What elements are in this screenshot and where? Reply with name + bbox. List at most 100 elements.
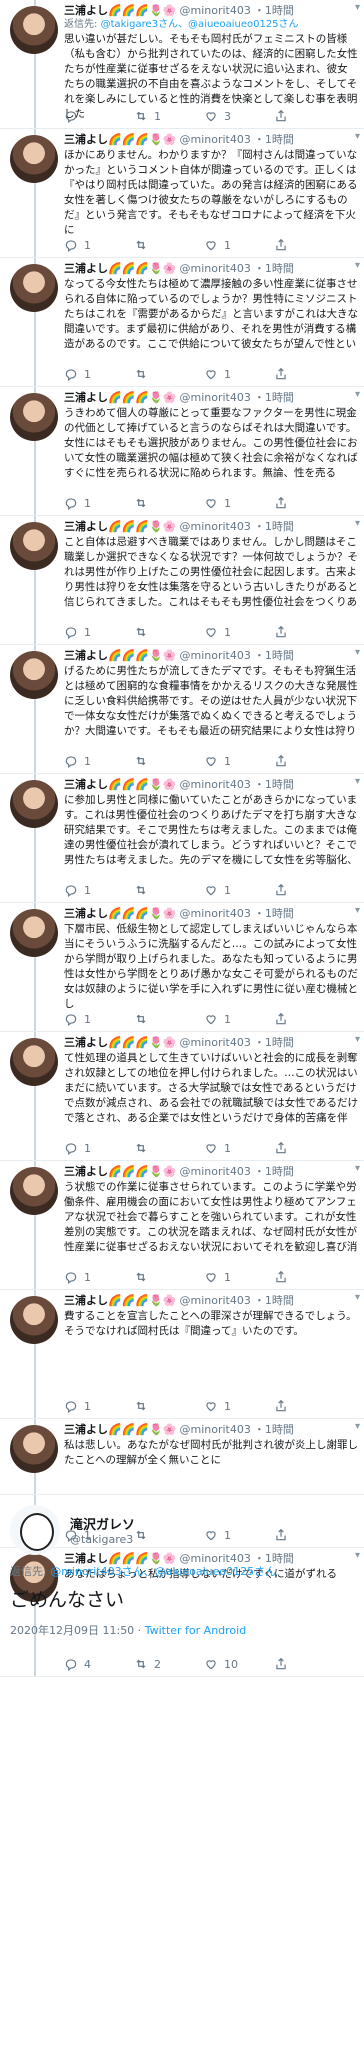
retweet-button[interactable] [134,1012,194,1026]
tweet-item[interactable]: 三浦よし🌈🌈🌈🌷🌸 @minorit403 ・1時間 げるために男性たちが流してきたデ… [0,645,364,774]
user-name[interactable]: 三浦よし🌈🌈🌈🌷🌸 [64,520,176,534]
user-handle[interactable]: @minorit403 [179,262,250,276]
like-button[interactable]: 3 [204,109,264,123]
chevron-down-icon[interactable]: ▾ [355,1292,360,1303]
user-avatar[interactable] [10,522,58,570]
share-button[interactable] [274,1270,334,1284]
like-button[interactable]: 1 [204,625,264,639]
user-handle[interactable]: @minorit403 [179,391,250,405]
like-button[interactable]: 1 [204,367,264,381]
user-avatar[interactable] [10,651,58,699]
share-button[interactable] [274,109,334,123]
chevron-down-icon[interactable]: ▾ [355,905,360,916]
chevron-down-icon[interactable]: ▾ [355,1421,360,1432]
user-name[interactable]: 三浦よし🌈🌈🌈🌷🌸 [64,1423,176,1437]
user-avatar[interactable] [10,1425,58,1473]
user-handle[interactable]: @minorit403 [179,1294,250,1308]
user-handle[interactable]: @minorit403 [179,778,250,792]
tweet-time[interactable]: ・1時間 [254,262,294,276]
reply-button[interactable] [64,109,124,123]
user-name[interactable]: 三浦よし🌈🌈🌈🌷🌸 [64,1294,176,1308]
user-name[interactable]: 三浦よし🌈🌈🌈🌷🌸 [64,262,176,276]
user-handle[interactable]: @minorit403 [179,133,250,147]
tweet-time[interactable]: ・1時間 [254,133,294,147]
user-name[interactable]: 三浦よし🌈🌈🌈🌷🌸 [64,778,176,792]
tweet-time[interactable]: ・1時間 [254,907,294,921]
share-button[interactable] [274,1012,334,1026]
reply-button[interactable]: 1 [64,625,124,639]
tweet-item[interactable]: 三浦よし🌈🌈🌈🌷🌸 @minorit403 ・1時間 うきわめて個人の尊厳にとって重要… [0,387,364,516]
like-button[interactable]: 1 [204,1012,264,1026]
tweet-time[interactable]: ・1時間 [254,778,294,792]
tweet-item[interactable]: 三浦よし🌈🌈🌈🌷🌸 @minorit403 ・1時間 こと自体は忌避すべき職業ではあり… [0,516,364,645]
user-name[interactable]: 三浦よし🌈🌈🌈🌷🌸 [64,1036,176,1050]
user-avatar[interactable] [10,6,58,54]
retweet-button[interactable] [134,496,194,510]
user-handle[interactable]: @minorit403 [179,4,250,18]
chevron-down-icon[interactable]: ▾ [355,389,360,400]
share-button[interactable] [274,1141,334,1155]
user-avatar[interactable] [10,909,58,957]
reply-button[interactable]: 1 [64,1012,124,1026]
retweet-button[interactable] [134,883,194,897]
retweet-button[interactable] [134,1141,194,1155]
reply-button[interactable]: 1 [64,1270,124,1284]
tweet-time[interactable]: ・1時間 [254,391,294,405]
retweet-button[interactable] [134,238,194,252]
reply-button[interactable]: 1 [64,496,124,510]
retweet-button[interactable] [134,1270,194,1284]
tweet-item[interactable]: 三浦よし🌈🌈🌈🌷🌸 @minorit403 ・1時間 費することを宣言したことへの罪深… [0,1290,364,1419]
share-button[interactable] [274,883,334,897]
user-handle[interactable]: @takigare3 [70,1533,135,1546]
share-button[interactable] [274,754,334,768]
share-button[interactable] [274,625,334,639]
user-avatar[interactable] [10,780,58,828]
user-avatar[interactable] [10,1505,60,1555]
tweet-time[interactable]: ・1時間 [254,1294,294,1308]
tweet-item[interactable]: 三浦よし🌈🌈🌈🌷🌸 @minorit403 ・1時間 て性処理の道具として生きていけば… [0,1032,364,1161]
chevron-down-icon[interactable]: ▾ [355,518,360,529]
user-handle[interactable]: @minorit403 [179,907,250,921]
reply-button[interactable]: 1 [64,754,124,768]
tweet-time[interactable]: ・1時間 [254,520,294,534]
tweet-item[interactable]: 三浦よし🌈🌈🌈🌷🌸 @minorit403 ・1時間 下層市民、低級生物として認定して… [0,903,364,1032]
tweet-item[interactable]: 三浦よし🌈🌈🌈🌷🌸 @minorit403 ・1時間 に参加し男性と同様に働いていたこ… [0,774,364,903]
reply-button[interactable]: 1 [64,883,124,897]
tweet-item[interactable]: 三浦よし🌈🌈🌈🌷🌸 @minorit403 ・1時間 ほかにありません。わかりますか？… [0,129,364,258]
chevron-down-icon[interactable]: ▾ [355,131,360,142]
user-handle[interactable]: @minorit403 [179,1423,250,1437]
reply-button[interactable]: 1 [64,1141,124,1155]
tweet-time[interactable]: ・1時間 [254,4,294,18]
user-name[interactable]: 三浦よし🌈🌈🌈🌷🌸 [64,1165,176,1179]
reply-button[interactable]: 1 [64,238,124,252]
tweet-time[interactable]: ・1時間 [254,1036,294,1050]
like-button[interactable]: 1 [204,883,264,897]
chevron-down-icon[interactable]: ▾ [355,2,360,13]
user-handle[interactable]: @minorit403 [179,1165,250,1179]
user-avatar[interactable] [10,1038,58,1086]
user-name[interactable]: 三浦よし🌈🌈🌈🌷🌸 [64,391,176,405]
tweet-source[interactable]: Twitter for Android [145,1624,247,1637]
chevron-down-icon[interactable]: ▾ [355,1163,360,1174]
retweet-button[interactable] [134,754,194,768]
like-button[interactable]: 1 [204,1141,264,1155]
retweet-button[interactable]: 1 [134,109,194,123]
user-name[interactable]: 滝沢ガレソ [70,1514,135,1533]
reply-button[interactable]: 1 [64,1399,124,1413]
user-avatar[interactable] [10,264,58,312]
user-name[interactable]: 三浦よし🌈🌈🌈🌷🌸 [64,907,176,921]
like-button[interactable]: 1 [204,1399,264,1413]
tweet-item[interactable]: 三浦よし🌈🌈🌈🌷🌸 @minorit403 ・1時間 返信先: @takigare3さ… [0,0,364,129]
chevron-down-icon[interactable]: ▾ [355,776,360,787]
like-button[interactable]: 1 [204,754,264,768]
user-avatar[interactable] [10,393,58,441]
tweet-time[interactable]: ・1時間 [254,649,294,663]
chevron-down-icon[interactable]: ▾ [355,260,360,271]
like-button[interactable]: 1 [204,1270,264,1284]
chevron-down-icon[interactable]: ▾ [355,1034,360,1045]
like-button[interactable]: 1 [204,496,264,510]
share-button[interactable] [274,496,334,510]
user-avatar[interactable] [10,1167,58,1215]
tweet-time[interactable]: ・1時間 [254,1165,294,1179]
user-handle[interactable]: @minorit403 [179,1036,250,1050]
